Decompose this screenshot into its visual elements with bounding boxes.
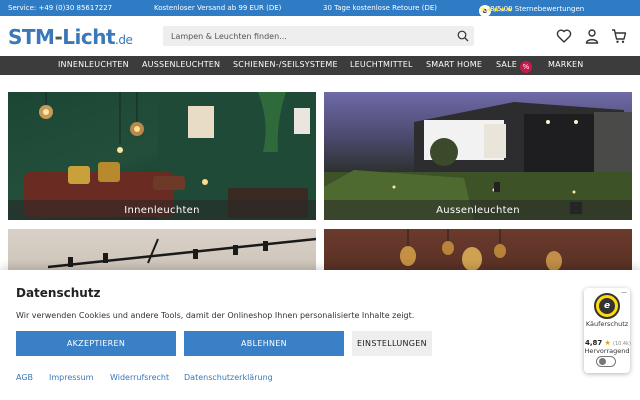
tile-label-aussenleuchten: Aussenleuchten <box>324 200 632 220</box>
logo-part-licht: Licht <box>62 25 116 49</box>
trusted-shops-seal-letter: e <box>599 298 615 314</box>
rating-text: 4.88/5.00 Sternebewertungen <box>479 5 585 13</box>
reject-cookies-button[interactable]: ABLEHNEN <box>184 331 344 356</box>
nav-item-marken[interactable]: MARKEN <box>548 60 583 69</box>
minimize-icon[interactable]: — <box>621 289 627 296</box>
cookie-consent-dialog: Datenschutz Wir verwenden Cookies und an… <box>0 270 640 400</box>
account-user-icon[interactable] <box>584 28 600 44</box>
top-info-bar: Service: +49 (0)30 85617227 Kostenloser … <box>0 0 640 17</box>
nav-item-innenleuchten[interactable]: INNENLEUCHTEN <box>58 60 129 69</box>
tile-label-innenleuchten: Innenleuchten <box>8 200 316 220</box>
nav-item-sale[interactable]: SALE% <box>496 60 533 73</box>
cart-icon[interactable] <box>611 28 627 44</box>
rating-grade: Hervorragend <box>584 347 630 355</box>
logo-part-stm: STM <box>8 25 55 49</box>
main-navigation: INNENLEUCHTEN AUSSENLEUCHTEN SCHIENEN-/S… <box>0 56 640 75</box>
logo-tld: .de <box>115 33 133 47</box>
buyer-protection-label: Käuferschutz <box>585 320 629 328</box>
score-value: 4,87 <box>585 339 603 347</box>
link-widerrufsrecht[interactable]: Widerrufsrecht <box>110 373 169 382</box>
wishlist-heart-icon[interactable] <box>556 28 572 44</box>
site-header: STM-Licht.de <box>0 16 640 56</box>
consent-description: Wir verwenden Cookies und andere Tools, … <box>16 311 415 320</box>
search-bar <box>163 26 474 46</box>
sale-percent-icon: % <box>520 61 533 73</box>
consent-title: Datenschutz <box>16 286 101 300</box>
nav-sale-label: SALE <box>496 60 518 69</box>
link-datenschutzerklaerung[interactable]: Datenschutzerklärung <box>184 373 273 382</box>
accept-cookies-button[interactable]: AKZEPTIEREN <box>16 331 176 356</box>
search-input[interactable] <box>163 26 453 46</box>
cookie-settings-button[interactable]: EINSTELLUNGEN <box>352 331 432 356</box>
nav-item-leuchtmittel[interactable]: LEUCHTMITTEL <box>350 60 413 69</box>
link-impressum[interactable]: Impressum <box>49 373 93 382</box>
returns-info: 30 Tage kostenlose Retoure (DE) <box>323 4 437 12</box>
search-icon[interactable] <box>457 30 469 42</box>
widget-toggle[interactable] <box>596 356 616 367</box>
category-tile-innenleuchten[interactable]: Innenleuchten <box>8 92 316 220</box>
category-tile-aussenleuchten[interactable]: Aussenleuchten <box>324 92 632 220</box>
shipping-info: Kostenloser Versand ab 99 EUR (DE) <box>154 4 282 12</box>
trusted-shops-widget[interactable]: — e Käuferschutz 4,87 ★ (10.4k) Hervorra… <box>584 288 631 373</box>
nav-item-smart-home[interactable]: SMART HOME <box>426 60 482 69</box>
score-star-icon: ★ <box>604 339 611 347</box>
site-logo[interactable]: STM-Licht.de <box>8 25 133 49</box>
link-agb[interactable]: AGB <box>16 373 33 382</box>
trusted-shops-seal-icon: e <box>594 293 620 319</box>
service-phone[interactable]: Service: +49 (0)30 85617227 <box>8 4 112 12</box>
nav-item-schienen-seilsysteme[interactable]: SCHIENEN-/SEILSYSTEME <box>233 60 338 69</box>
nav-item-aussenleuchten[interactable]: AUSSENLEUCHTEN <box>142 60 220 69</box>
trusted-shops-score: 4,87 ★ (10.4k) <box>585 339 631 347</box>
